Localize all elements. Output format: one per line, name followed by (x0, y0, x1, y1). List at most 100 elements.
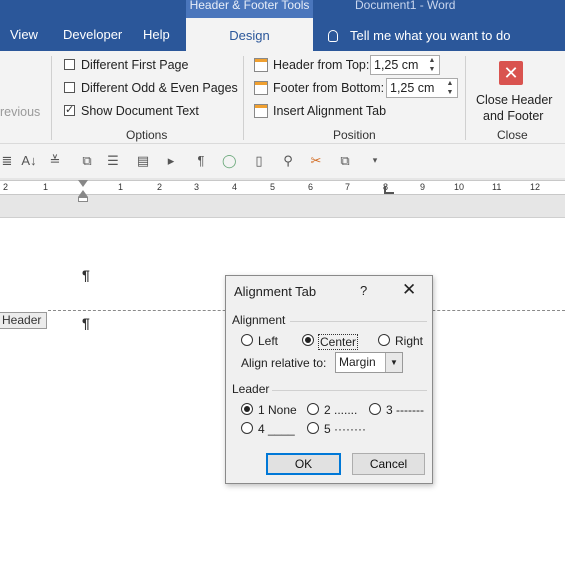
leader-dots-label[interactable]: 2 ....... (324, 403, 357, 417)
close-header-footer-line2[interactable]: and Footer (483, 109, 543, 123)
align-right-radio[interactable] (378, 334, 390, 346)
ruler-tick: 2 (3, 182, 9, 192)
ruler-tick: 1 (43, 182, 49, 192)
align-center-label[interactable]: Center (318, 334, 359, 350)
customize-dropdown-icon[interactable]: ▾ (368, 153, 382, 168)
leader-middots-radio[interactable] (307, 422, 319, 434)
close-header-footer-line1[interactable]: Close Header (476, 93, 552, 107)
tell-me-search[interactable]: Tell me what you want to do (328, 18, 510, 51)
leader-dots-radio[interactable] (307, 403, 319, 415)
align-relative-value: Margin (339, 355, 376, 369)
header-paragraph-mark: ¶ (82, 315, 90, 331)
show-marks-icon[interactable]: ¶ (194, 153, 208, 168)
ribbon-separator (51, 56, 52, 140)
leader-dashes-label[interactable]: 3 ------- (386, 403, 424, 417)
copy-format-icon[interactable]: ⧉ (80, 153, 94, 168)
section-divider (272, 390, 427, 391)
previous-button[interactable]: revious (0, 105, 40, 119)
ruler-tick: 6 (308, 182, 314, 192)
cancel-button[interactable]: Cancel (352, 453, 425, 475)
paragraph-mark: ¶ (82, 267, 90, 283)
align-icon[interactable]: ≣ (0, 153, 14, 168)
cut-icon[interactable]: ✂ (309, 153, 323, 168)
ruler-tick: 7 (345, 182, 351, 192)
leader-dashes-radio[interactable] (369, 403, 381, 415)
leader-section-label: Leader (232, 382, 270, 396)
leader-underline-label[interactable]: 4 ____ (258, 422, 295, 436)
ruler-tick: 2 (157, 182, 163, 192)
ruler-tick: 1 (118, 182, 124, 192)
align-left-radio[interactable] (241, 334, 253, 346)
leader-none-label[interactable]: 1 None (258, 403, 297, 417)
left-indent-marker[interactable] (78, 197, 88, 202)
close-icon[interactable]: ✕ (402, 281, 416, 298)
ruler-tick: 3 (194, 182, 200, 192)
ok-button[interactable]: OK (266, 453, 341, 475)
close-icon[interactable]: ✕ (499, 61, 523, 85)
leader-underline-radio[interactable] (241, 422, 253, 434)
attach-icon[interactable]: ⚲ (281, 153, 295, 168)
help-button[interactable]: ? (360, 283, 367, 298)
header-position-icon (254, 58, 268, 72)
header-from-top-value: 1,25 cm (374, 58, 419, 72)
different-first-page-checkbox[interactable] (64, 59, 75, 70)
circle-icon[interactable]: ◯ (222, 153, 237, 168)
new-document-icon[interactable]: ▯ (252, 153, 266, 168)
tab-developer[interactable]: Developer (63, 18, 122, 51)
align-left-label[interactable]: Left (258, 334, 278, 348)
ruler-tick: 9 (420, 182, 426, 192)
ruler-tick: 12 (530, 182, 541, 192)
show-document-text-label: Show Document Text (81, 104, 199, 118)
next-page-icon[interactable]: ▸ (164, 153, 178, 168)
tab-help[interactable]: Help (143, 18, 170, 51)
footer-from-bottom-value: 1,25 cm (390, 81, 435, 95)
header-from-top-label: Header from Top: (273, 58, 370, 72)
spinner-arrows-icon[interactable]: ▲ ▼ (443, 79, 457, 97)
tab-design[interactable]: Design (186, 18, 313, 51)
center-tab-stop[interactable] (384, 186, 394, 194)
ruler-tick: 4 (232, 182, 238, 192)
align-relative-label: Align relative to: (241, 356, 327, 370)
align-right-label[interactable]: Right (395, 334, 423, 348)
footer-from-bottom-label: Footer from Bottom: (273, 81, 385, 95)
tab-view[interactable]: View (10, 18, 38, 51)
ribbon-separator (243, 56, 244, 140)
tell-me-label: Tell me what you want to do (350, 28, 511, 43)
leader-middots-label[interactable]: 5 ········ (324, 422, 366, 436)
header-tag: Header (0, 312, 47, 329)
first-line-indent-marker[interactable] (78, 180, 88, 187)
align-relative-select[interactable]: Margin ▼ (335, 352, 403, 373)
lightbulb-icon (328, 30, 338, 42)
close-group-label: Close (497, 128, 528, 142)
header-from-top-spinner[interactable]: 1,25 cm ▲ ▼ (370, 55, 440, 75)
chevron-down-icon[interactable]: ▼ (385, 353, 402, 372)
ruler-tick: 5 (270, 182, 276, 192)
insert-alignment-tab-button[interactable]: Insert Alignment Tab (273, 104, 386, 118)
options-group-label: Options (126, 128, 168, 142)
window-icon[interactable]: ⧉ (338, 153, 352, 168)
align-center-radio[interactable] (302, 334, 314, 346)
spinner-arrows-icon[interactable]: ▲ ▼ (425, 56, 439, 74)
style-icon[interactable]: ≚ (48, 153, 62, 168)
different-first-page-label: Different First Page (81, 58, 189, 72)
position-group-label: Position (333, 128, 376, 142)
section-divider (290, 321, 427, 322)
different-odd-even-label: Different Odd & Even Pages (81, 81, 238, 95)
context-tab-label: Header & Footer Tools (186, 0, 313, 18)
ruler-tick: 10 (454, 182, 465, 192)
page-copy-icon[interactable]: ▤ (136, 153, 150, 168)
leader-none-radio[interactable] (241, 403, 253, 415)
ribbon-separator (465, 56, 466, 140)
hanging-indent-marker[interactable] (78, 190, 88, 197)
bullets-icon[interactable]: ☰ (106, 153, 120, 168)
dialog-title: Alignment Tab (234, 284, 317, 299)
alignment-section-label: Alignment (232, 313, 286, 327)
footer-from-bottom-spinner[interactable]: 1,25 cm ▲ ▼ (386, 78, 458, 98)
show-document-text-checkbox[interactable] (64, 103, 75, 116)
different-odd-even-checkbox[interactable] (64, 82, 75, 93)
alignment-tab-icon (254, 104, 268, 118)
sort-icon[interactable]: A↓ (20, 153, 38, 168)
footer-position-icon (254, 81, 268, 95)
document-title: Document1 - Word (355, 0, 456, 12)
ruler-tick: 11 (492, 182, 502, 192)
